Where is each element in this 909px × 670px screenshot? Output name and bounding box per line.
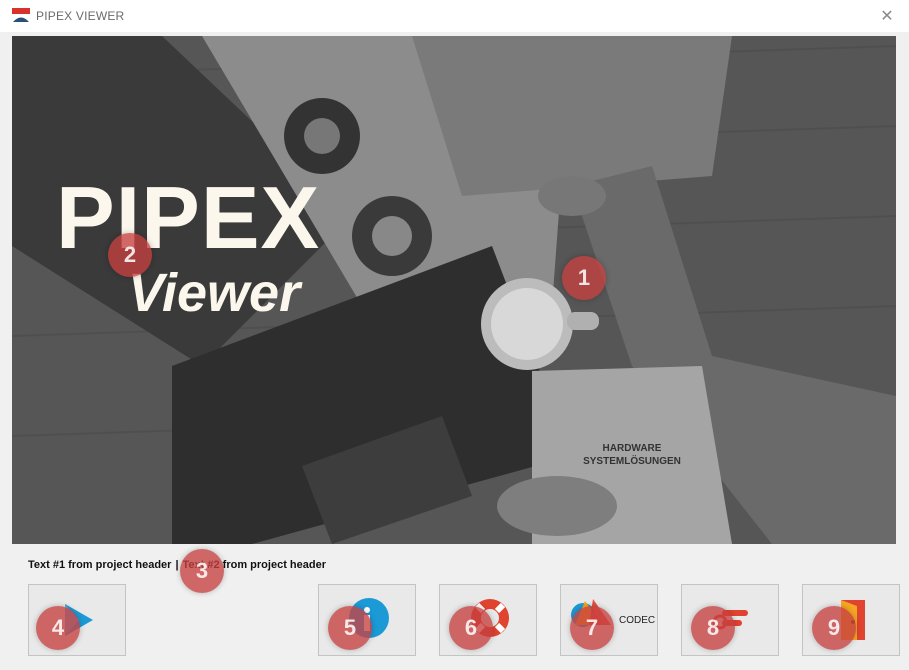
marker-9: 9 [812,606,856,650]
svg-text:HARDWARE: HARDWARE [603,443,662,454]
header-separator: | [175,559,179,571]
codec-label: CODEC [619,615,656,626]
project-header: Text #1 from project header | Text #2 fr… [28,559,326,571]
marker-5: 5 [328,606,372,650]
marker-6: 6 [449,606,493,650]
marker-2: 2 [108,233,152,277]
close-button[interactable]: ✕ [865,0,909,32]
brand-title: PIPEX [56,168,321,267]
marker-3: 3 [180,549,224,593]
banner-image: HARDWARE SYSTEMLÖSUNGEN PIPEX Viewer [12,36,896,544]
title-bar: PIPEX VIEWER ✕ [0,0,909,32]
brand-subtitle: Viewer [128,263,301,323]
svg-text:SYSTEMLÖSUNGEN: SYSTEMLÖSUNGEN [583,454,681,467]
pipex-logo-icon [12,8,30,22]
window-title: PIPEX VIEWER [36,9,125,23]
marker-4: 4 [36,606,80,650]
close-icon: ✕ [880,8,894,25]
header-text-1: Text #1 from project header [28,559,172,571]
marker-8: 8 [691,606,735,650]
marker-7: 7 [570,606,614,650]
marker-1: 1 [562,256,606,300]
